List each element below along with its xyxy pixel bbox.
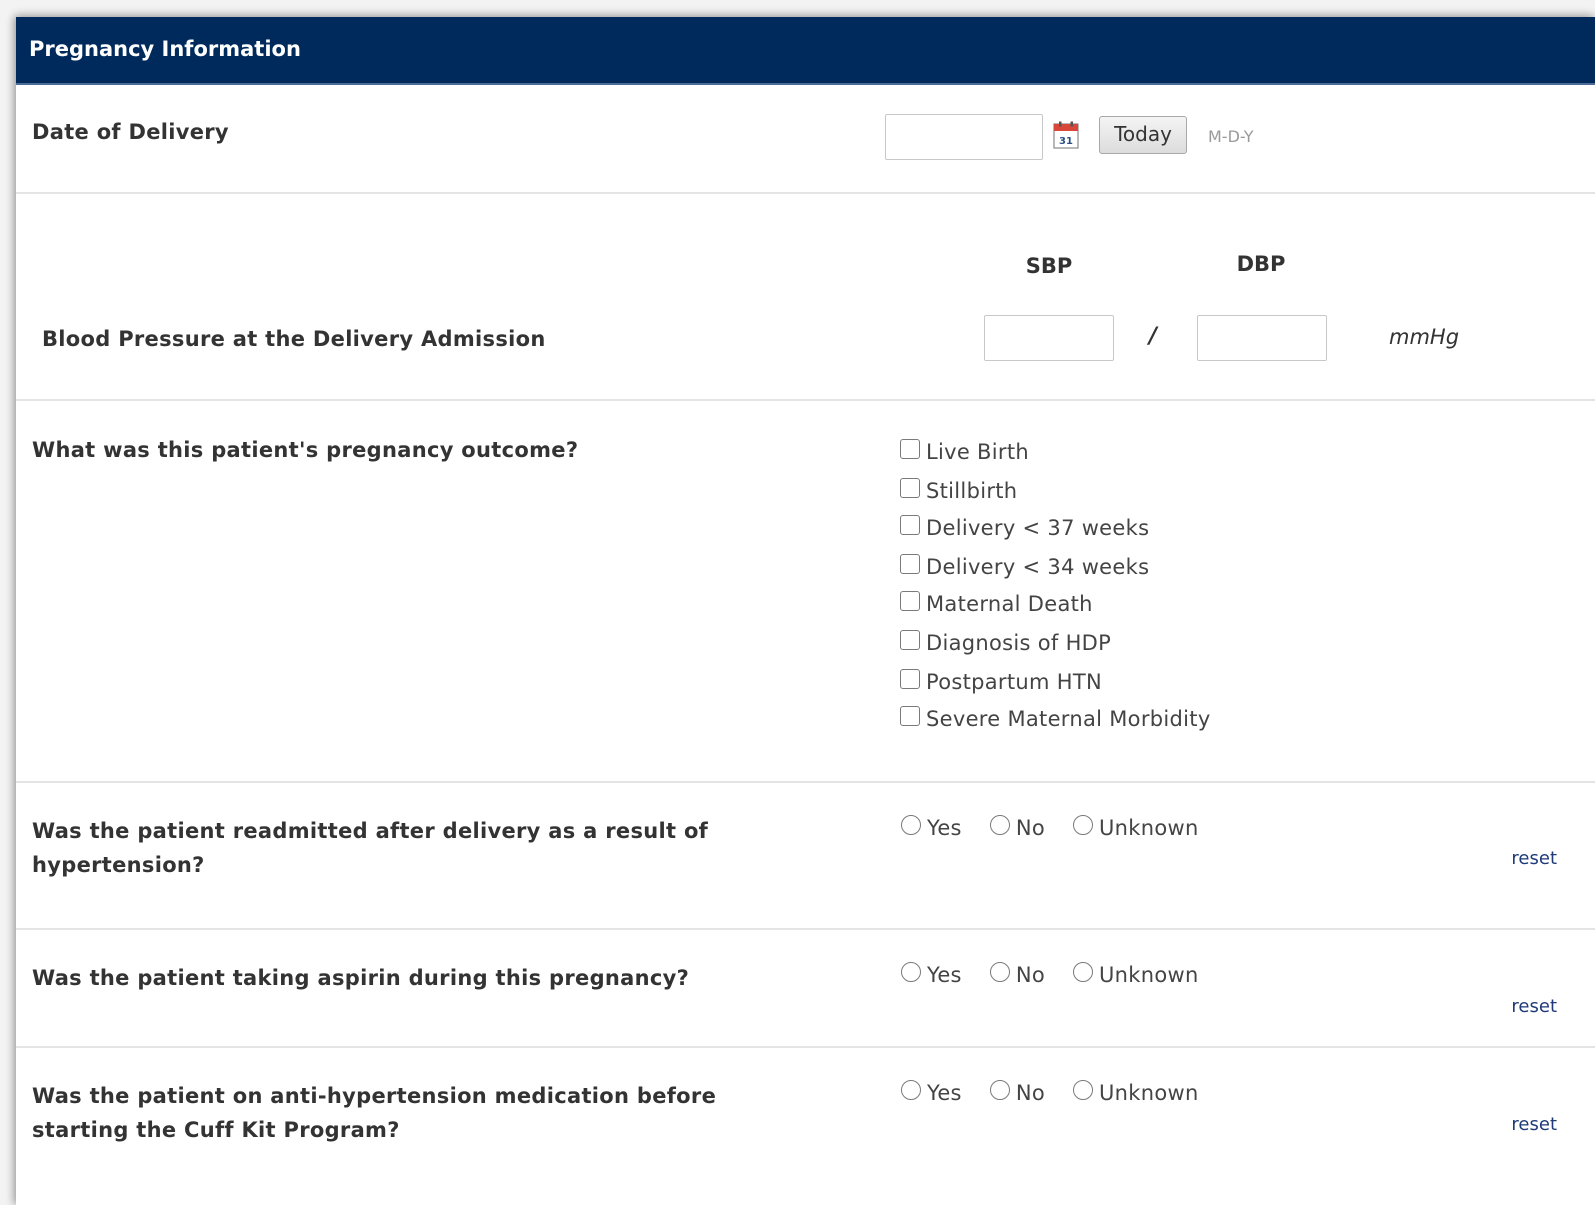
radio-button[interactable] bbox=[901, 815, 921, 835]
blood-pressure-row: SBP DBP Blood Pressure at the Delivery A… bbox=[16, 194, 1595, 401]
radio-button[interactable] bbox=[1072, 1080, 1093, 1100]
readmitted-no[interactable]: No bbox=[989, 815, 1045, 840]
outcome-option-stillbirth[interactable]: Stillbirth bbox=[900, 475, 1017, 507]
dbp-header: DBP bbox=[1236, 252, 1286, 276]
delivery-date-input[interactable] bbox=[885, 114, 1043, 160]
aspirin-row: Was the patient taking aspirin during th… bbox=[16, 930, 1595, 1048]
outcome-option-delivery-lt-37[interactable]: Delivery < 37 weeks bbox=[900, 512, 1149, 544]
radio-label: Yes bbox=[927, 816, 962, 840]
anti-hypertension-yes[interactable]: Yes bbox=[901, 1080, 962, 1105]
outcome-option-maternal-death[interactable]: Maternal Death bbox=[900, 588, 1093, 620]
outcome-option-diagnosis-hdp[interactable]: Diagnosis of HDP bbox=[900, 627, 1111, 659]
checkbox[interactable] bbox=[900, 669, 920, 689]
outcome-option-delivery-lt-34[interactable]: Delivery < 34 weeks bbox=[900, 551, 1149, 583]
anti-hypertension-no[interactable]: No bbox=[989, 1080, 1045, 1105]
outcome-option-severe-morbidity[interactable]: Severe Maternal Morbidity bbox=[900, 703, 1211, 735]
radio-label: Unknown bbox=[1098, 1081, 1199, 1105]
aspirin-unknown[interactable]: Unknown bbox=[1072, 962, 1199, 987]
outcome-option-live-birth[interactable]: Live Birth bbox=[900, 436, 1029, 468]
radio-button[interactable] bbox=[901, 1080, 921, 1100]
checkbox[interactable] bbox=[900, 591, 920, 611]
section-title: Pregnancy Information bbox=[29, 37, 301, 61]
aspirin-radio-group: Yes No Unknown bbox=[901, 962, 1227, 987]
option-label: Delivery < 34 weeks bbox=[926, 555, 1150, 579]
checkbox[interactable] bbox=[900, 478, 920, 498]
svg-text:31: 31 bbox=[1059, 136, 1073, 147]
dbp-input[interactable] bbox=[1197, 315, 1327, 361]
aspirin-no[interactable]: No bbox=[989, 962, 1045, 987]
checkbox[interactable] bbox=[900, 554, 920, 574]
option-label: Delivery < 37 weeks bbox=[926, 516, 1150, 540]
radio-button[interactable] bbox=[901, 962, 921, 982]
radio-label: Yes bbox=[927, 1081, 962, 1105]
anti-hypertension-unknown[interactable]: Unknown bbox=[1072, 1080, 1199, 1105]
section-header: Pregnancy Information bbox=[16, 17, 1595, 85]
option-label: Postpartum HTN bbox=[926, 670, 1102, 694]
pregnancy-outcome-question: What was this patient's pregnancy outcom… bbox=[32, 438, 579, 462]
checkbox[interactable] bbox=[900, 515, 920, 535]
pregnancy-outcome-row: What was this patient's pregnancy outcom… bbox=[16, 401, 1595, 783]
checkbox[interactable] bbox=[900, 706, 920, 726]
calendar-icon[interactable]: 31 bbox=[1053, 121, 1079, 149]
aspirin-question: Was the patient taking aspirin during th… bbox=[32, 966, 690, 990]
bp-separator: / bbox=[1149, 324, 1158, 349]
page-background: Pregnancy Information Date of Delivery 3… bbox=[0, 0, 1595, 1205]
blood-pressure-label: Blood Pressure at the Delivery Admission bbox=[42, 327, 546, 351]
delivery-date-label: Date of Delivery bbox=[32, 120, 229, 144]
anti-hypertension-reset-link[interactable]: reset bbox=[1511, 1114, 1557, 1135]
outcome-option-postpartum-htn[interactable]: Postpartum HTN bbox=[900, 666, 1102, 698]
radio-label: No bbox=[1015, 1081, 1045, 1105]
pregnancy-information-panel: Pregnancy Information Date of Delivery 3… bbox=[16, 17, 1595, 1205]
readmitted-question: Was the patient readmitted after deliver… bbox=[32, 819, 709, 877]
checkbox[interactable] bbox=[900, 630, 920, 650]
radio-label: Yes bbox=[927, 963, 962, 987]
radio-button[interactable] bbox=[989, 1080, 1010, 1100]
radio-button[interactable] bbox=[989, 962, 1010, 982]
sbp-header: SBP bbox=[1025, 254, 1073, 278]
aspirin-yes[interactable]: Yes bbox=[901, 962, 962, 987]
option-label: Stillbirth bbox=[926, 479, 1018, 503]
radio-label: Unknown bbox=[1098, 816, 1199, 840]
today-button[interactable]: Today bbox=[1099, 116, 1187, 154]
aspirin-reset-link[interactable]: reset bbox=[1511, 996, 1557, 1017]
radio-label: No bbox=[1015, 816, 1045, 840]
option-label: Live Birth bbox=[926, 440, 1029, 464]
readmitted-row: Was the patient readmitted after deliver… bbox=[16, 783, 1595, 930]
anti-hypertension-question: Was the patient on anti-hypertension med… bbox=[32, 1084, 717, 1142]
sbp-input[interactable] bbox=[984, 315, 1114, 361]
option-label: Diagnosis of HDP bbox=[926, 631, 1112, 655]
delivery-date-row: Date of Delivery 31 Today M-D-Y bbox=[16, 85, 1595, 194]
anti-hypertension-row: Was the patient on anti-hypertension med… bbox=[16, 1048, 1595, 1205]
readmitted-reset-link[interactable]: reset bbox=[1511, 848, 1557, 869]
radio-button[interactable] bbox=[989, 815, 1010, 835]
radio-button[interactable] bbox=[1072, 962, 1093, 982]
readmitted-radio-group: Yes No Unknown bbox=[901, 815, 1227, 840]
checkbox[interactable] bbox=[900, 439, 920, 459]
anti-hypertension-radio-group: Yes No Unknown bbox=[901, 1080, 1227, 1105]
readmitted-yes[interactable]: Yes bbox=[901, 815, 962, 840]
radio-label: Unknown bbox=[1098, 963, 1199, 987]
readmitted-unknown[interactable]: Unknown bbox=[1072, 815, 1199, 840]
option-label: Maternal Death bbox=[926, 592, 1093, 616]
date-format-hint: M-D-Y bbox=[1208, 127, 1254, 146]
radio-button[interactable] bbox=[1072, 815, 1093, 835]
bp-unit: mmHg bbox=[1389, 325, 1460, 349]
radio-label: No bbox=[1015, 963, 1045, 987]
option-label: Severe Maternal Morbidity bbox=[926, 707, 1211, 731]
